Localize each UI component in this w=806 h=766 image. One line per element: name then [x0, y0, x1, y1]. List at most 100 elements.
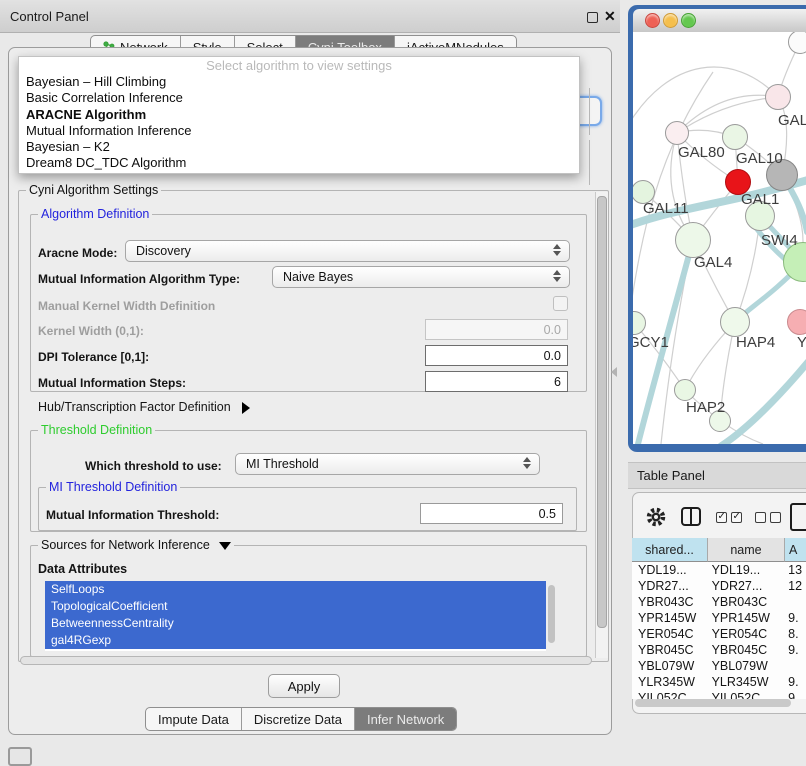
sources-legend[interactable]: Sources for Network Inference	[38, 538, 234, 552]
data-attribute-item[interactable]: gal4RGexp	[45, 632, 546, 649]
network-node[interactable]	[722, 124, 748, 150]
algorithm-option[interactable]: Dream8 DC_TDC Algorithm	[19, 155, 579, 171]
bottom-left-panel-icon[interactable]	[8, 747, 32, 766]
document-icon[interactable]	[790, 503, 806, 531]
mi-threshold-field[interactable]: 0.5	[420, 503, 563, 524]
table-hscrollbar-thumb[interactable]	[635, 699, 791, 707]
close-icon[interactable]: ✕	[604, 8, 616, 25]
column-header-clipped[interactable]: A	[785, 538, 806, 562]
algorithm-option[interactable]: Basic Correlation Inference	[19, 90, 579, 106]
algorithm-dropdown-placeholder: Select algorithm to view settings	[19, 57, 579, 74]
stepper-icon	[523, 457, 531, 469]
apply-button[interactable]: Apply	[268, 674, 340, 698]
aracne-mode-select[interactable]: Discovery	[125, 240, 570, 262]
threshold-definition-legend: Threshold Definition	[38, 423, 155, 437]
data-attribute-item[interactable]: BetweennessCentrality	[45, 615, 546, 632]
network-canvas[interactable]: GALGAL80GAL10GAL1GAL11SWI4GAL4GCY1HAP4YH…	[633, 32, 806, 444]
kernel-width-field[interactable]: 0.0	[425, 319, 568, 340]
occluded-group-border	[589, 140, 590, 185]
table-cell: 12	[784, 578, 806, 594]
network-node[interactable]	[720, 307, 750, 337]
settings-scrollbar-thumb[interactable]	[597, 196, 607, 628]
tab-infer-network[interactable]: Infer Network	[354, 708, 456, 730]
column-header-name[interactable]: name	[708, 538, 785, 562]
tab-label: Discretize Data	[254, 712, 342, 727]
algorithm-option[interactable]: ARACNE Algorithm	[19, 107, 579, 123]
checked-box-icon	[731, 512, 742, 523]
tab-discretize-data[interactable]: Discretize Data	[241, 708, 354, 730]
deselect-all-columns-icon[interactable]	[755, 512, 785, 523]
network-node-label: GAL1	[741, 191, 779, 208]
which-threshold-select[interactable]: MI Threshold	[235, 453, 540, 475]
table-cell: YIL052C	[708, 690, 785, 699]
network-node-label: Y	[797, 334, 806, 351]
table-row[interactable]: YPR145WYPR145W9.	[632, 610, 806, 626]
attributes-scrollbar-thumb[interactable]	[548, 585, 555, 643]
data-attribute-item[interactable]: TopologicalCoefficient	[45, 598, 546, 615]
table-row[interactable]: YIL052CYIL052C9.	[632, 690, 806, 699]
table-cell: YBL079W	[632, 658, 708, 674]
network-node[interactable]	[787, 309, 806, 335]
mi-algorithm-type-select[interactable]: Naive Bayes	[272, 266, 570, 288]
algorithm-definition-legend: Algorithm Definition	[38, 207, 152, 221]
horizontal-scrollbar-track[interactable]	[20, 656, 592, 667]
tab-impute-data[interactable]: Impute Data	[146, 708, 241, 730]
table-cell: YLR345W	[708, 674, 785, 690]
hub-definition-expander[interactable]: Hub/Transcription Factor Definition	[38, 400, 250, 414]
control-panel-title: Control Panel	[10, 9, 89, 24]
table-row[interactable]: YDL19...YDL19...13	[632, 562, 806, 578]
table-row[interactable]: YDR27...YDR27...12	[632, 578, 806, 594]
table-cell: 9.	[784, 690, 806, 699]
column-header-shared-name[interactable]: shared...	[632, 538, 708, 562]
network-node[interactable]	[765, 84, 791, 110]
network-node-label: HAP4	[736, 334, 775, 351]
gear-icon[interactable]	[645, 506, 667, 528]
network-node-label: GAL80	[678, 144, 725, 161]
network-node-label: GAL	[778, 112, 806, 129]
algorithm-option[interactable]: Bayesian – K2	[19, 139, 579, 155]
network-node[interactable]	[675, 222, 711, 258]
table-row[interactable]: YBR043CYBR043C	[632, 594, 806, 610]
table-row[interactable]: YLR345WYLR345W9.	[632, 674, 806, 690]
dpi-tolerance-field[interactable]: 0.0	[425, 345, 568, 366]
collapse-arrow-icon	[219, 542, 231, 550]
mi-steps-field[interactable]: 6	[425, 371, 568, 392]
network-node[interactable]	[674, 379, 696, 401]
table-cell: YDL19...	[708, 562, 785, 578]
minimize-traffic-light[interactable]	[663, 13, 678, 28]
table-cell: 9.	[784, 674, 806, 690]
close-traffic-light[interactable]	[645, 13, 660, 28]
data-attribute-item[interactable]: SelfLoops	[45, 581, 546, 598]
algorithm-option[interactable]: Bayesian – Hill Climbing	[19, 74, 579, 90]
which-threshold-label: Which threshold to use:	[85, 459, 222, 473]
expand-arrow-icon	[242, 402, 250, 414]
network-node-label: GAL4	[694, 254, 732, 271]
table-panel-title: Table Panel	[637, 468, 705, 483]
network-node[interactable]	[665, 121, 689, 145]
table-hscrollbar-track[interactable]	[633, 699, 805, 709]
table-row[interactable]: YER054CYER054C8.	[632, 626, 806, 642]
table-cell: YDR27...	[632, 578, 708, 594]
algorithm-option[interactable]: Mutual Information Inference	[19, 123, 579, 139]
splitter-collapse-icon[interactable]	[611, 367, 617, 377]
table-cell: YER054C	[708, 626, 785, 642]
hub-definition-label: Hub/Transcription Factor Definition	[38, 400, 231, 414]
zoom-traffic-light[interactable]	[681, 13, 696, 28]
mi-steps-label: Mutual Information Steps:	[38, 376, 186, 390]
algorithm-option-list: Bayesian – Hill ClimbingBasic Correlatio…	[19, 74, 579, 172]
data-attributes-label: Data Attributes	[38, 562, 127, 576]
column-layout-icon[interactable]	[681, 507, 701, 526]
data-attributes-list[interactable]: SelfLoopsTopologicalCoefficientBetweenne…	[45, 581, 546, 651]
table-row[interactable]: YBL079WYBL079W	[632, 658, 806, 674]
network-node-label: GCY1	[633, 334, 669, 351]
aracne-mode-value: Discovery	[136, 244, 191, 258]
algorithm-dropdown-list[interactable]: Select algorithm to view settings Bayesi…	[18, 56, 580, 174]
network-window-titlebar[interactable]	[633, 9, 806, 33]
network-node-label: SWI4	[761, 232, 798, 249]
unchecked-box-icon	[770, 512, 781, 523]
manual-kernel-width-checkbox[interactable]	[553, 296, 568, 311]
horizontal-scrollbar-thumb[interactable]	[20, 656, 592, 665]
select-all-columns-icon[interactable]	[716, 512, 746, 523]
float-icon[interactable]	[587, 12, 598, 23]
table-row[interactable]: YBR045CYBR045C9.	[632, 642, 806, 658]
